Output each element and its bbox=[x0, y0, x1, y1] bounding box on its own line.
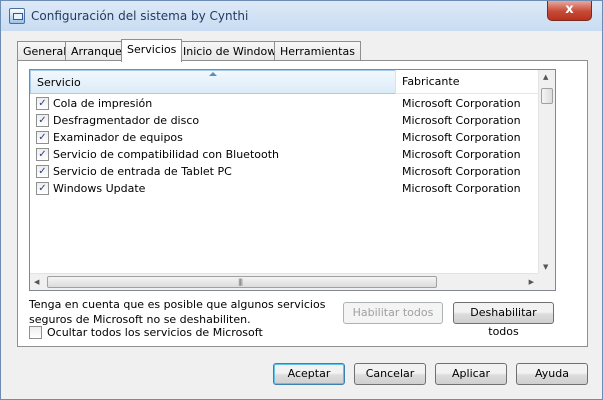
column-header-service[interactable]: Servicio bbox=[30, 70, 396, 94]
service-checkbox[interactable]: ✓ bbox=[36, 148, 49, 161]
service-checkbox[interactable]: ✓ bbox=[36, 97, 49, 110]
title-bar[interactable]: Configuración del sistema by Cynthi x bbox=[1, 1, 602, 31]
tab-herramientas[interactable]: Herramientas bbox=[274, 41, 361, 61]
help-button[interactable]: Ayuda bbox=[516, 363, 588, 385]
warning-note: Tenga en cuenta que es posible que algun… bbox=[29, 297, 329, 327]
table-row[interactable]: ✓ Desfragmentador de disco Microsoft Cor… bbox=[30, 112, 538, 129]
services-list[interactable]: Servicio Fabricante ✓ Cola de impresión … bbox=[29, 69, 556, 291]
close-button[interactable]: x bbox=[547, 1, 592, 21]
tab-servicios[interactable]: Servicios bbox=[121, 39, 183, 62]
column-header-manufacturer[interactable]: Fabricante bbox=[396, 70, 538, 94]
scroll-up-icon[interactable]: ▲ bbox=[543, 73, 548, 81]
service-name: Windows Update bbox=[53, 182, 146, 195]
grip-icon: ||| bbox=[238, 278, 243, 286]
column-header-service-label: Servicio bbox=[37, 76, 81, 89]
apply-button[interactable]: Aplicar bbox=[435, 363, 507, 385]
service-name: Examinador de equipos bbox=[53, 131, 183, 144]
service-checkbox[interactable]: ✓ bbox=[36, 182, 49, 195]
service-checkbox[interactable]: ✓ bbox=[36, 165, 49, 178]
service-checkbox[interactable]: ✓ bbox=[36, 114, 49, 127]
hide-microsoft-services-checkbox[interactable] bbox=[29, 326, 42, 339]
msconfig-icon bbox=[9, 8, 25, 24]
vertical-scroll-thumb[interactable] bbox=[541, 88, 553, 104]
horizontal-scroll-thumb[interactable]: ||| bbox=[47, 276, 437, 288]
service-manufacturer: Microsoft Corporation bbox=[402, 148, 521, 161]
service-name: Cola de impresión bbox=[53, 97, 153, 110]
horizontal-scrollbar[interactable]: ◀ ||| ▶ bbox=[30, 273, 538, 290]
table-row[interactable]: ✓ Examinador de equipos Microsoft Corpor… bbox=[30, 129, 538, 146]
service-name: Desfragmentador de disco bbox=[53, 114, 200, 127]
ok-button[interactable]: Aceptar bbox=[273, 363, 345, 385]
vertical-scrollbar[interactable]: ▲ ▼ bbox=[538, 70, 555, 274]
list-header: Servicio Fabricante bbox=[30, 70, 538, 94]
service-manufacturer: Microsoft Corporation bbox=[402, 97, 521, 110]
column-header-manufacturer-label: Fabricante bbox=[402, 75, 460, 88]
service-manufacturer: Microsoft Corporation bbox=[402, 182, 521, 195]
table-row[interactable]: ✓ Cola de impresión Microsoft Corporatio… bbox=[30, 95, 538, 112]
system-configuration-window: Configuración del sistema by Cynthi x Ge… bbox=[0, 0, 603, 400]
scroll-right-icon[interactable]: ▶ bbox=[529, 278, 534, 286]
warning-note-line1: Tenga en cuenta que es posible que algun… bbox=[29, 298, 326, 311]
tab-inicio-de-windows[interactable]: Inicio de Windows bbox=[177, 41, 288, 61]
table-row[interactable]: ✓ Servicio de entrada de Tablet PC Micro… bbox=[30, 163, 538, 180]
services-tab-panel: Servicio Fabricante ✓ Cola de impresión … bbox=[17, 60, 588, 347]
disable-all-button[interactable]: Deshabilitar todos bbox=[453, 302, 554, 338]
tab-arranque[interactable]: Arranque bbox=[65, 41, 128, 61]
table-row[interactable]: ✓ Windows Update Microsoft Corporation bbox=[30, 180, 538, 197]
service-checkbox[interactable]: ✓ bbox=[36, 131, 49, 144]
table-row[interactable]: ✓ Servicio de compatibilidad con Bluetoo… bbox=[30, 146, 538, 163]
warning-note-line2: seguros de Microsoft no se deshabiliten. bbox=[29, 313, 251, 326]
service-manufacturer: Microsoft Corporation bbox=[402, 165, 521, 178]
service-name: Servicio de compatibilidad con Bluetooth bbox=[53, 148, 279, 161]
service-name: Servicio de entrada de Tablet PC bbox=[53, 165, 232, 178]
scroll-down-icon[interactable]: ▼ bbox=[543, 263, 548, 271]
cancel-button[interactable]: Cancelar bbox=[354, 363, 426, 385]
scroll-left-icon[interactable]: ◀ bbox=[34, 278, 39, 286]
enable-all-button[interactable]: Habilitar todos bbox=[343, 302, 443, 324]
sort-ascending-icon bbox=[209, 72, 217, 76]
scrollbar-corner bbox=[538, 273, 555, 290]
service-manufacturer: Microsoft Corporation bbox=[402, 131, 521, 144]
hide-microsoft-services-label: Ocultar todos los servicios de Microsoft bbox=[47, 326, 263, 339]
window-title: Configuración del sistema by Cynthi bbox=[31, 9, 249, 23]
service-manufacturer: Microsoft Corporation bbox=[402, 114, 521, 127]
